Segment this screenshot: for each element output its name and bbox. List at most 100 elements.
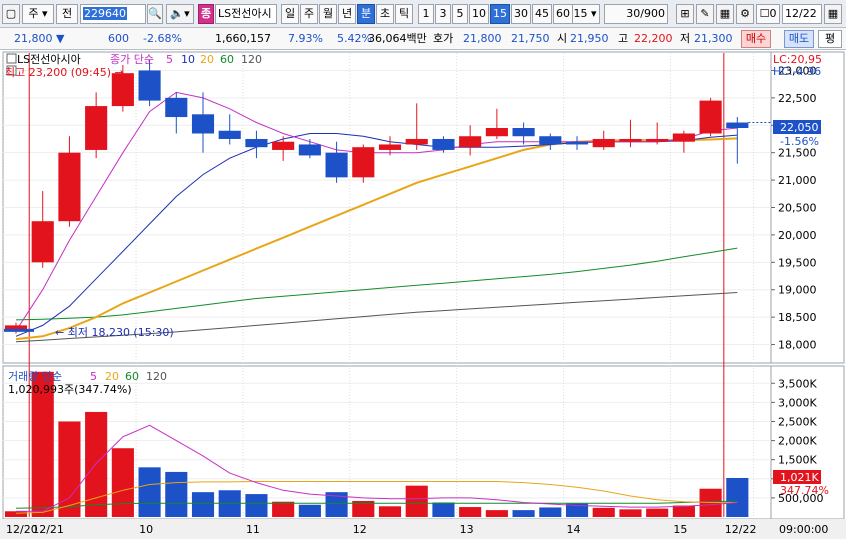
volume-bar[interactable] — [298, 504, 321, 517]
volume-bar[interactable] — [378, 506, 402, 517]
volume-bar[interactable] — [85, 411, 108, 517]
buy-button[interactable]: 매수 — [741, 30, 771, 48]
volume-bar[interactable] — [512, 510, 535, 517]
volume-bar[interactable] — [459, 507, 482, 517]
volume-bar[interactable] — [672, 505, 695, 517]
candle-body[interactable] — [245, 138, 268, 148]
volume-bar[interactable] — [646, 508, 669, 517]
current-price: 21,800 ▼ — [14, 32, 65, 45]
volume-legend-ma20: 20 — [105, 370, 119, 383]
code-input[interactable]: 229640 — [80, 4, 146, 24]
gear-icon[interactable]: ⚙ — [736, 4, 754, 24]
volume-bar[interactable] — [58, 421, 81, 517]
interval-button[interactable]: 45 — [532, 4, 552, 24]
candle-body[interactable] — [191, 114, 215, 134]
candle-body[interactable] — [85, 106, 108, 150]
time-tick-label: 13 — [460, 523, 474, 536]
stock-name: LS전선아시 — [215, 4, 277, 24]
period-button[interactable]: 주 — [300, 4, 318, 24]
chart-area[interactable]: 18,000 18,500 19,000 19,500 20,000 20,500 21,0… — [0, 50, 846, 539]
candle-body[interactable] — [138, 70, 161, 101]
candle-body[interactable] — [512, 128, 535, 137]
volume-bar[interactable] — [191, 492, 215, 517]
trade-amount: 36,064백만 — [368, 32, 427, 45]
candle-body[interactable] — [272, 141, 295, 150]
volume-bar[interactable] — [539, 507, 562, 517]
candle-body[interactable] — [459, 136, 482, 148]
candle-body[interactable] — [325, 152, 348, 178]
price-volume-chart[interactable]: 18,000 18,500 19,000 19,500 20,000 20,500 21,0… — [0, 50, 846, 539]
volume-bar[interactable] — [138, 467, 161, 517]
interval-button[interactable]: 60 — [553, 4, 573, 24]
candle-body[interactable] — [592, 138, 615, 148]
volume-bar[interactable] — [726, 477, 749, 517]
volume-bar[interactable] — [165, 471, 188, 517]
candle-body[interactable] — [726, 122, 749, 129]
candle-body[interactable] — [619, 138, 642, 142]
market-select[interactable]: 주 ▾ — [22, 4, 54, 24]
candle-body[interactable] — [165, 97, 188, 118]
candle-body[interactable] — [539, 136, 562, 145]
candle-body[interactable] — [378, 144, 402, 150]
volume-bar[interactable] — [485, 510, 508, 517]
sell-button[interactable]: 매도 — [784, 30, 814, 48]
candle-body[interactable] — [31, 221, 54, 263]
quote-bar: 21,800 ▼ 600 -2.68% 1,660,157 7.93% 5.42… — [0, 28, 846, 50]
legend-stock-name: LS전선아시아 — [17, 53, 81, 66]
legend-ma5: 5 — [166, 53, 173, 66]
candle-body[interactable] — [405, 138, 428, 145]
window-icon[interactable]: ▢ — [2, 4, 20, 24]
period-button[interactable]: 초 — [376, 4, 394, 24]
eval-button[interactable]: 평 — [818, 30, 842, 48]
interval-button[interactable]: 3 — [435, 4, 451, 24]
price-tick-label: 18,000 — [778, 339, 817, 352]
candle-body[interactable] — [298, 144, 321, 156]
volume-bar[interactable] — [272, 501, 295, 517]
volume-legend-ma120: 120 — [146, 370, 167, 383]
interval-button[interactable]: 15 — [490, 4, 510, 24]
interval-button[interactable]: 1 — [418, 4, 434, 24]
candle-body[interactable] — [699, 100, 722, 134]
candle-body[interactable] — [352, 147, 375, 178]
volume-bar[interactable] — [4, 511, 28, 517]
period-button[interactable]: 월 — [319, 4, 337, 24]
count-input[interactable]: 30/900 — [604, 4, 668, 24]
interval-button[interactable]: 10 — [469, 4, 489, 24]
search-icon[interactable]: 🔍 — [147, 4, 163, 24]
volume-bar[interactable] — [405, 485, 428, 517]
period-button[interactable]: 틱 — [395, 4, 413, 24]
volume-bar[interactable] — [245, 494, 268, 517]
layout-icon[interactable]: ▦ — [716, 4, 734, 24]
interval-button[interactable]: 5 — [452, 4, 468, 24]
type-select[interactable]: 전 — [56, 4, 78, 24]
interval-input[interactable]: 15 ▾ — [570, 4, 600, 24]
volume-bar[interactable] — [111, 448, 134, 517]
candle-body[interactable] — [672, 133, 695, 142]
time-tick-label: 14 — [567, 523, 581, 536]
code-value: 229640 — [83, 7, 127, 20]
interval-button[interactable]: 30 — [511, 4, 531, 24]
hc-label: HC:-4.96 — [773, 65, 821, 78]
chart-type-icon[interactable]: ⊞ — [676, 4, 694, 24]
candle-body[interactable] — [58, 152, 81, 222]
checkbox-field[interactable]: ☐0 — [756, 4, 780, 24]
volume-bar[interactable] — [592, 507, 615, 517]
price-tick-label: 20,000 — [778, 229, 817, 242]
period-button[interactable]: 분 — [357, 4, 375, 24]
candle-body[interactable] — [565, 141, 589, 145]
volume-bar[interactable] — [619, 509, 642, 517]
candle-body[interactable] — [485, 128, 508, 137]
speaker-icon[interactable]: 🔈▾ — [166, 4, 194, 24]
draw-icon[interactable]: ✎ — [696, 4, 714, 24]
candle-body[interactable] — [218, 130, 241, 139]
date-input[interactable]: 12/22 — [782, 4, 822, 24]
low-annotation: ← 최저 18,230 (15:30) — [55, 326, 174, 339]
calendar-icon[interactable]: ▦ — [824, 4, 842, 24]
period-button[interactable]: 일 — [281, 4, 299, 24]
count-value: 30/900 — [626, 7, 665, 20]
candle-body[interactable] — [646, 138, 669, 142]
period-button[interactable]: 년 — [338, 4, 356, 24]
rate1-value: 7.93% — [288, 32, 323, 45]
volume-bar[interactable] — [432, 502, 455, 517]
candle-body[interactable] — [432, 138, 455, 150]
